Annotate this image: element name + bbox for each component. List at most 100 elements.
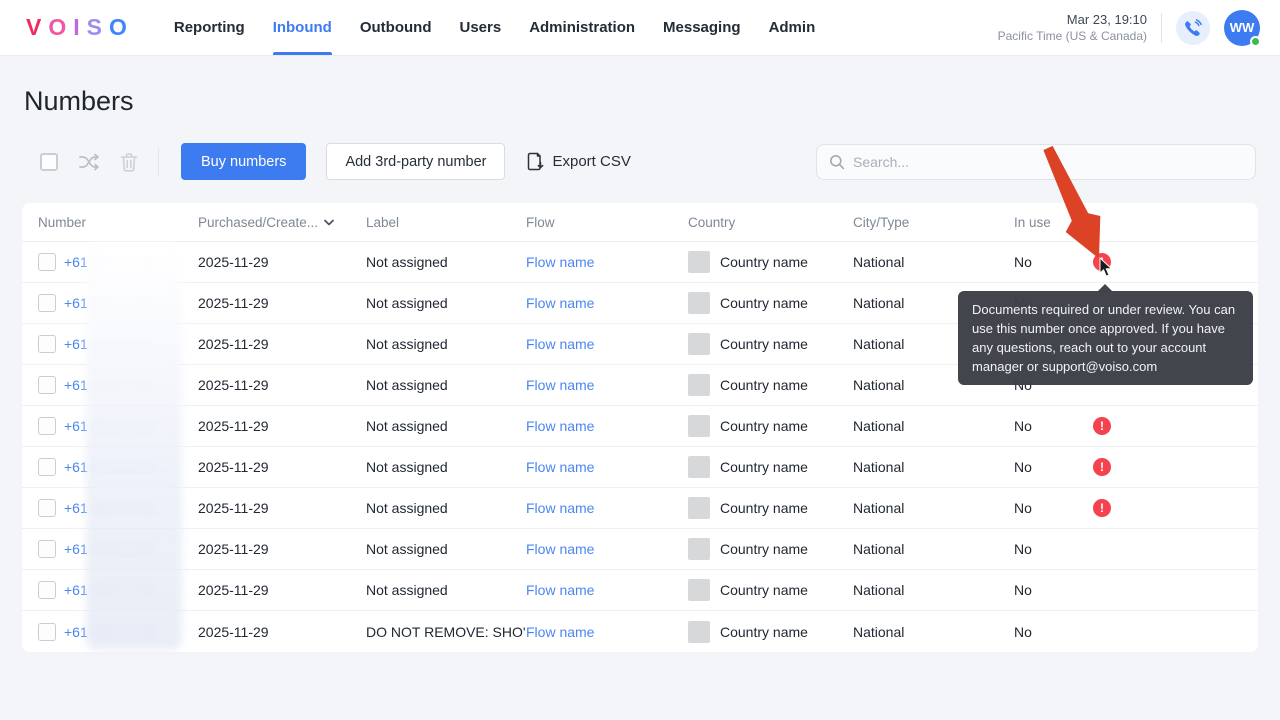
redacted-number bbox=[89, 541, 156, 557]
number-label: Not assigned bbox=[366, 377, 448, 393]
redacted-number bbox=[89, 418, 156, 434]
nav-item-inbound[interactable]: Inbound bbox=[272, 0, 332, 55]
flag-placeholder-icon bbox=[688, 333, 710, 355]
nav-item-admin[interactable]: Admin bbox=[769, 0, 816, 55]
country-name: Country name bbox=[720, 459, 808, 475]
alert-icon[interactable]: ! bbox=[1093, 499, 1111, 517]
flow-link[interactable]: Flow name bbox=[526, 418, 594, 434]
column-header-number[interactable]: Number bbox=[38, 215, 198, 230]
nav-item-administration[interactable]: Administration bbox=[529, 0, 635, 55]
flow-link[interactable]: Flow name bbox=[526, 295, 594, 311]
export-csv-button[interactable]: Export CSV bbox=[527, 152, 631, 171]
logo-letter: O bbox=[108, 14, 134, 40]
row-checkbox[interactable] bbox=[38, 335, 56, 353]
number-link[interactable]: +61 bbox=[64, 459, 88, 475]
numbers-table: Number Purchased/Create... Label Flow Co… bbox=[22, 203, 1258, 652]
nav-item-users[interactable]: Users bbox=[459, 0, 501, 55]
shuffle-icon[interactable] bbox=[78, 152, 100, 172]
number-label: Not assigned bbox=[366, 459, 448, 475]
column-header-purchased[interactable]: Purchased/Create... bbox=[198, 215, 366, 230]
user-avatar[interactable]: WW bbox=[1224, 9, 1261, 47]
flow-link[interactable]: Flow name bbox=[526, 336, 594, 352]
row-checkbox[interactable] bbox=[38, 376, 56, 394]
select-all-checkbox[interactable] bbox=[40, 152, 58, 171]
trash-icon[interactable] bbox=[120, 152, 138, 172]
number-link[interactable]: +61 bbox=[64, 377, 88, 393]
alert-icon[interactable]: ! bbox=[1093, 253, 1111, 271]
nav-item-messaging[interactable]: Messaging bbox=[663, 0, 741, 55]
buy-numbers-button[interactable]: Buy numbers bbox=[181, 143, 307, 180]
flow-link[interactable]: Flow name bbox=[526, 254, 594, 270]
row-checkbox[interactable] bbox=[38, 294, 56, 312]
row-checkbox[interactable] bbox=[38, 417, 56, 435]
flow-link[interactable]: Flow name bbox=[526, 377, 594, 393]
country-name: Country name bbox=[720, 295, 808, 311]
number-label: Not assigned bbox=[366, 254, 448, 270]
row-checkbox[interactable] bbox=[38, 253, 56, 271]
column-header-country[interactable]: Country bbox=[688, 215, 853, 230]
redacted-number bbox=[89, 377, 156, 393]
nav-item-reporting[interactable]: Reporting bbox=[174, 0, 245, 55]
number-link[interactable]: +61 bbox=[64, 624, 88, 640]
row-checkbox[interactable] bbox=[38, 458, 56, 476]
flow-link[interactable]: Flow name bbox=[526, 582, 594, 598]
purchased-date: 2025-11-29 bbox=[198, 582, 269, 598]
row-checkbox[interactable] bbox=[38, 499, 56, 517]
in-use-value: No bbox=[1014, 541, 1032, 557]
phone-waves-icon bbox=[1184, 18, 1202, 37]
add-third-party-number-button[interactable]: Add 3rd-party number bbox=[326, 143, 506, 180]
logo-letter: I bbox=[73, 14, 87, 40]
city-type: National bbox=[853, 623, 905, 640]
column-header-label[interactable]: Label bbox=[366, 215, 526, 230]
country-cell: Country name bbox=[688, 374, 853, 396]
column-header-flow[interactable]: Flow bbox=[526, 215, 688, 230]
country-cell: Country name bbox=[688, 579, 853, 601]
number-link[interactable]: +61 bbox=[64, 541, 88, 557]
number-link[interactable]: +61 bbox=[64, 336, 88, 352]
flag-placeholder-icon bbox=[688, 456, 710, 478]
avatar-initials: WW bbox=[1229, 20, 1255, 35]
row-checkbox[interactable] bbox=[38, 581, 56, 599]
alert-icon[interactable]: ! bbox=[1093, 458, 1111, 476]
number-label: Not assigned bbox=[366, 418, 448, 434]
export-csv-label: Export CSV bbox=[552, 153, 631, 170]
purchased-date: 2025-11-29 bbox=[198, 254, 269, 270]
column-header-city-type[interactable]: City/Type bbox=[853, 215, 1014, 230]
number-cell: +61 bbox=[64, 582, 198, 598]
flow-link[interactable]: Flow name bbox=[526, 500, 594, 516]
purchased-date: 2025-11-29 bbox=[198, 541, 269, 557]
flag-placeholder-icon bbox=[688, 374, 710, 396]
export-file-icon bbox=[527, 152, 544, 171]
table-header-row: Number Purchased/Create... Label Flow Co… bbox=[22, 203, 1258, 242]
flow-link[interactable]: Flow name bbox=[526, 541, 594, 557]
column-header-in-use[interactable]: In use bbox=[1014, 215, 1092, 230]
row-checkbox[interactable] bbox=[38, 540, 56, 558]
number-cell: +61 bbox=[64, 459, 198, 475]
voiso-logo[interactable]: VOISO bbox=[26, 14, 134, 41]
number-link[interactable]: +61 bbox=[64, 582, 88, 598]
softphone-button[interactable] bbox=[1176, 10, 1210, 45]
number-link[interactable]: +61 bbox=[64, 295, 88, 311]
flag-placeholder-icon bbox=[688, 415, 710, 437]
nav-item-outbound[interactable]: Outbound bbox=[360, 0, 432, 55]
flow-link[interactable]: Flow name bbox=[526, 459, 594, 475]
country-cell: Country name bbox=[688, 415, 853, 437]
in-use-value: No bbox=[1014, 254, 1032, 270]
purchased-date: 2025-11-29 bbox=[198, 295, 269, 311]
country-cell: Country name bbox=[688, 456, 853, 478]
in-use-value: No bbox=[1014, 459, 1032, 475]
number-link[interactable]: +61 bbox=[64, 500, 88, 516]
number-link[interactable]: +61 bbox=[64, 254, 88, 270]
alert-icon[interactable]: ! bbox=[1093, 417, 1111, 435]
country-cell: Country name bbox=[688, 292, 853, 314]
search-input[interactable] bbox=[853, 153, 1243, 170]
number-link[interactable]: +61 bbox=[64, 418, 88, 434]
search-box[interactable] bbox=[816, 143, 1256, 180]
row-checkbox[interactable] bbox=[38, 622, 56, 641]
logo-letter: V bbox=[26, 14, 49, 40]
flow-link[interactable]: Flow name bbox=[526, 624, 594, 640]
status-cell: ! bbox=[1093, 499, 1258, 517]
date-time: Mar 23, 19:10 bbox=[1066, 11, 1147, 27]
number-label: DO NOT REMOVE: SHO' bbox=[366, 623, 526, 640]
redacted-number bbox=[89, 623, 156, 640]
